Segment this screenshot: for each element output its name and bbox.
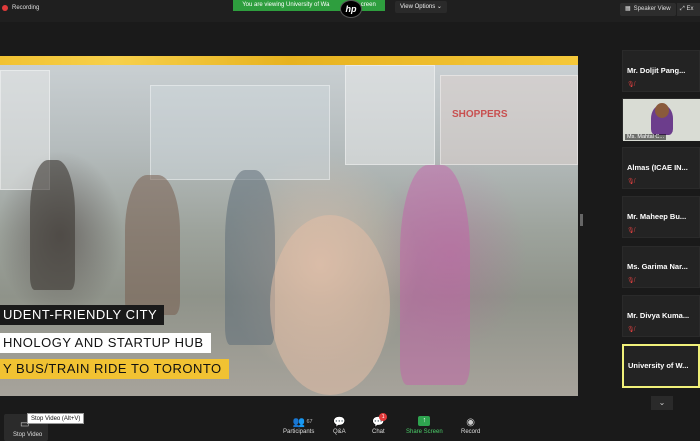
bus-shelter xyxy=(150,85,330,180)
pedestrian xyxy=(125,175,180,315)
grid-icon: ▦ xyxy=(625,6,631,12)
participant-name: Mr. Divya Kuma... xyxy=(627,311,690,320)
participants-button[interactable]: 👥 67 Participants xyxy=(283,416,314,435)
recording-indicator[interactable]: Recording xyxy=(2,5,39,11)
qa-label: Q&A xyxy=(333,429,346,435)
slide-caption-3: Y BUS/TRAIN RIDE TO TORONTO xyxy=(0,359,229,379)
building-right xyxy=(440,75,578,165)
pedestrian xyxy=(30,160,75,290)
participant-tile[interactable]: Mr. Doljit Pang... 🎙︎̸ xyxy=(622,50,700,92)
participant-gallery: Mr. Doljit Pang... 🎙︎̸ Ms. Mahtal C... A… xyxy=(622,50,700,395)
view-options-button[interactable]: View Options ⌄ xyxy=(395,1,447,13)
record-button[interactable]: ◉ Record xyxy=(461,416,480,435)
chat-badge: 1 xyxy=(379,413,388,421)
participants-icon: 👥 67 xyxy=(292,417,313,428)
chat-button[interactable]: 💬 1 Chat xyxy=(372,413,388,435)
participant-head xyxy=(655,103,669,118)
viewing-share-banner: You are viewing University of Wa creen xyxy=(233,0,385,11)
gallery-scroll-down-button[interactable]: ⌄ xyxy=(651,396,673,410)
participant-name: Mr. Doljit Pang... xyxy=(627,66,686,75)
shared-screen-video[interactable]: SHOPPERS UDENT-FRIENDLY CITY HNOLOGY AND… xyxy=(0,56,578,396)
participant-tile[interactable]: Ms. Mahtal C... xyxy=(622,98,700,141)
share-screen-button[interactable]: ↑ Share Screen xyxy=(406,416,443,435)
top-bar: Recording You are viewing University of … xyxy=(0,0,700,22)
viewing-banner-text: You are viewing University of Wa xyxy=(242,2,330,8)
fullscreen-icon: ⤢ xyxy=(680,6,685,12)
qa-icon: 💬 xyxy=(333,417,346,428)
chevron-down-icon: ⌄ xyxy=(436,4,442,10)
split-resize-handle[interactable] xyxy=(580,214,583,226)
hp-logo-icon: hp xyxy=(340,0,362,18)
mic-muted-icon: 🎙︎̸ xyxy=(627,179,635,185)
share-screen-label: Share Screen xyxy=(406,429,443,435)
participant-name: Almas (ICAE IN... xyxy=(627,163,688,172)
slide-caption-2: HNOLOGY AND STARTUP HUB xyxy=(0,333,211,353)
participant-tile[interactable]: Ms. Garima Nar... 🎙︎̸ xyxy=(622,246,700,288)
chat-label: Chat xyxy=(372,429,385,435)
participant-name: University of W... xyxy=(628,361,689,370)
participant-tile[interactable]: Mr. Maheep Bu... 🎙︎̸ xyxy=(622,196,700,238)
chevron-down-icon: ⌄ xyxy=(658,398,666,407)
mic-muted-icon: 🎙︎̸ xyxy=(627,82,635,88)
participant-tile[interactable]: Almas (ICAE IN... 🎙︎̸ xyxy=(622,147,700,189)
record-label: Record xyxy=(461,429,481,435)
stop-video-tooltip: Stop Video (Alt+V) xyxy=(27,413,85,424)
participant-video: Ms. Mahtal C... xyxy=(623,99,700,141)
chat-icon: 💬 1 xyxy=(372,413,388,429)
view-options-label: View Options xyxy=(400,4,436,10)
participants-count: 67 xyxy=(306,419,313,425)
mic-muted-icon: 🎙︎̸ xyxy=(627,228,635,234)
zoom-window: Recording You are viewing University of … xyxy=(0,0,700,441)
store-sign: SHOPPERS xyxy=(452,109,508,120)
speaker-view-label: Speaker View xyxy=(633,6,671,12)
building-center xyxy=(345,65,435,165)
meeting-toolbar: 👥 67 Participants 💬 Q&A 💬 1 Chat ↑ Share S… xyxy=(0,410,700,441)
mic-muted-icon: 🎙︎̸ xyxy=(627,278,635,284)
mic-muted-icon: 🎙︎̸ xyxy=(627,327,635,333)
stop-video-label: Stop Video xyxy=(13,432,43,438)
qa-button[interactable]: 💬 Q&A xyxy=(333,416,346,435)
slide-top-strip xyxy=(0,56,578,65)
slide-caption-1: UDENT-FRIENDLY CITY xyxy=(0,305,165,325)
recording-dot-icon xyxy=(2,5,8,11)
pedestrian xyxy=(400,165,470,385)
participant-name: Ms. Garima Nar... xyxy=(627,262,688,271)
exit-fullscreen-button[interactable]: ⤢ Ex xyxy=(677,3,700,16)
exit-fullscreen-label: Ex xyxy=(686,6,694,12)
record-icon: ◉ xyxy=(466,417,476,428)
recording-label: Recording xyxy=(12,5,40,11)
participants-label: Participants xyxy=(283,429,315,435)
speaker-view-button[interactable]: ▦ Speaker View xyxy=(620,3,676,16)
participant-tile[interactable]: Mr. Divya Kuma... 🎙︎̸ xyxy=(622,295,700,337)
participant-name: Ms. Mahtal C... xyxy=(625,134,666,140)
pedestrian xyxy=(225,170,275,345)
participant-name: Mr. Maheep Bu... xyxy=(627,212,687,221)
viewing-banner-text-tail: creen xyxy=(360,2,376,8)
share-screen-icon: ↑ xyxy=(418,416,431,426)
overlay-face xyxy=(270,215,390,395)
participant-tile-active-speaker[interactable]: University of W... xyxy=(622,344,700,388)
